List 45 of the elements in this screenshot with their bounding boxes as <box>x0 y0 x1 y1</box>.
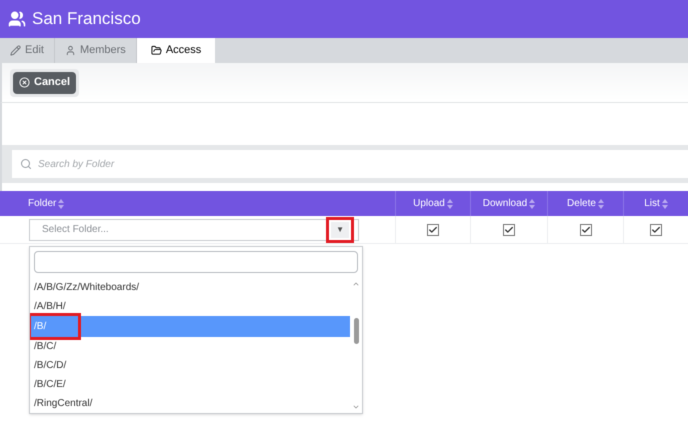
tab[interactable]: Access <box>136 38 216 63</box>
column-header[interactable]: Delete <box>567 196 596 211</box>
search-field[interactable]: Search by Folder <box>12 150 688 178</box>
user-icon <box>64 45 76 56</box>
sort-icon <box>662 198 668 208</box>
folder-icon <box>150 45 162 56</box>
dropdown-option[interactable]: /A/B/G/Zz/Whiteboards/ <box>30 278 350 297</box>
page-title: San Francisco <box>32 8 141 30</box>
checkbox[interactable] <box>650 224 662 236</box>
scroll-up-icon[interactable] <box>352 280 360 288</box>
option-label: /A/B/H/ <box>34 300 66 314</box>
group-icon <box>8 10 26 28</box>
sort-icon <box>529 198 536 208</box>
checkbox[interactable] <box>427 224 439 236</box>
option-label: /B/C/D/ <box>34 359 66 373</box>
cancel-button[interactable]: Cancel <box>13 72 76 94</box>
checkbox[interactable] <box>503 224 515 236</box>
dropdown-option[interactable]: /B/C/E/ <box>30 375 350 394</box>
folder-select[interactable]: Select Folder... ▼ <box>29 218 359 240</box>
option-label: /A/B/G/Zz/Whiteboards/ <box>34 281 140 295</box>
search-icon <box>20 158 32 170</box>
column-header[interactable]: List <box>644 196 660 211</box>
column-header[interactable]: Upload <box>413 196 445 211</box>
sort-icon <box>58 198 64 208</box>
dropdown-caret[interactable]: ▼ <box>331 222 349 238</box>
option-label: /RingCentral/ <box>34 397 92 411</box>
search-input[interactable]: Search by Folder <box>38 156 680 172</box>
dropdown-option[interactable]: /B/C/ <box>30 337 350 356</box>
column-header[interactable]: Folder <box>28 196 56 211</box>
dropdown-option[interactable]: /B/C/D/ <box>30 356 350 375</box>
dropdown-option[interactable]: /RingCentral/ <box>30 394 350 413</box>
scroll-down-icon[interactable] <box>352 403 360 411</box>
pencil-icon <box>10 45 21 56</box>
column-header[interactable]: Download <box>482 196 528 211</box>
sort-icon <box>446 198 453 208</box>
scroll-thumb[interactable] <box>354 318 358 344</box>
select-placeholder: Select Folder... <box>42 223 109 237</box>
sort-icon <box>598 198 604 208</box>
option-label: /B/ <box>31 316 78 337</box>
close-icon <box>19 77 30 88</box>
checkbox[interactable] <box>580 224 592 236</box>
dropdown-search-field[interactable] <box>34 251 358 273</box>
option-label: /B/C/ <box>34 340 56 354</box>
option-label: /B/C/E/ <box>34 378 66 392</box>
dropdown-option[interactable]: /A/B/H/ <box>30 297 350 316</box>
